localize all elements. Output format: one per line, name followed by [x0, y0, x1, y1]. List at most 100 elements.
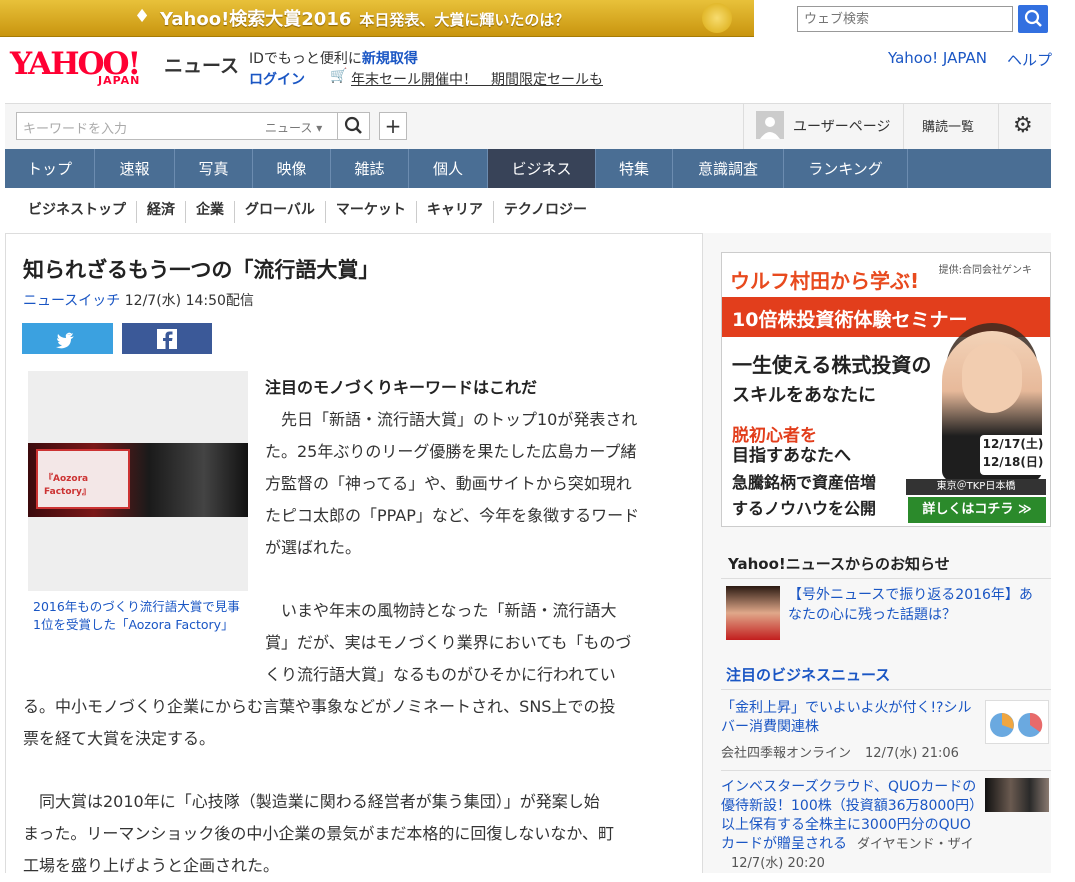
paragraph-1: 先日「新語・流行語大賞」のトップ10が発表され た。25年ぶりのリーグ優勝を果た… — [265, 404, 685, 564]
nav-survey[interactable]: 意識調査 — [673, 149, 784, 188]
keyword-search-input[interactable]: キーワードを入力 ニュース ▾ — [16, 112, 338, 140]
p1-line: 先日「新語・流行語大賞」のトップ10が発表され — [281, 410, 638, 429]
biz-news-thumbnail[interactable] — [985, 778, 1049, 812]
ad-date: 12/18(日) — [982, 455, 1044, 469]
ad-date: 12/17(土) — [982, 437, 1044, 451]
subscriptions-link[interactable]: 購読一覧 — [903, 103, 999, 149]
notice-thumbnail[interactable] — [726, 586, 780, 640]
article-meta: ニュースイッチ 12/7(水) 14:50配信 — [23, 290, 254, 310]
gear-icon[interactable]: ⚙ — [1013, 113, 1033, 138]
ad-cta-button[interactable]: 詳しくはコチラ ≫ — [908, 497, 1046, 523]
nav-ranking[interactable]: ランキング — [784, 149, 908, 188]
yahoo-logo[interactable]: YAHOO! JAPAN — [10, 48, 160, 88]
award-screen-text: 『Aozora Factory』 — [44, 474, 91, 497]
p1-line: が選ばれた。 — [265, 538, 362, 557]
biz-news-date: 12/7(水) 21:06 — [865, 746, 959, 761]
twitter-icon — [56, 332, 74, 349]
subnav-company[interactable]: 企業 — [186, 201, 235, 223]
p3-line: 同大賞は2010年に「心技隊（製造業に関わる経営者が集う集団）」が発案し始 — [39, 792, 600, 811]
logo-sub: JAPAN — [98, 74, 141, 87]
p1-line: た。25年ぶりのリーグ優勝を果たした広島カープ緒 — [265, 442, 637, 461]
person-icon — [756, 111, 784, 139]
id-promo-text: IDでもっと便利に — [249, 51, 362, 67]
facebook-share-button[interactable] — [122, 323, 212, 354]
p2-line: くり流行語大賞」なるものがひそかに行われてい — [265, 665, 616, 684]
nav-breaking[interactable]: 速報 — [95, 149, 175, 188]
p3-line: 工場を盛り上げようと企画された。 — [23, 856, 280, 875]
twitter-share-button[interactable] — [22, 323, 113, 354]
nav-top[interactable]: トップ — [5, 149, 95, 188]
add-button[interactable]: + — [379, 112, 407, 140]
p2-line: いまや年末の風物詩となった「新語・流行語大 — [281, 601, 617, 620]
biz-news-heading[interactable]: 注目のビジネスニュース — [726, 664, 890, 685]
p2-line: 賞」だが、実はモノづくり業界においても「ものづ — [265, 633, 632, 652]
cart-icon: 🛒 — [330, 68, 348, 84]
paragraph-2-cont: る。中小モノづくり企業にからむ言葉や事象などがノミネートされ、SNS上での投 票… — [23, 691, 693, 755]
biz-news-meta: 会社四季報オンライン 12/7(水) 21:06 — [721, 742, 959, 761]
ad-brand: ウルフ村田から学ぶ! — [730, 269, 920, 293]
photo-caption[interactable]: 2016年ものづくり流行語大賞で見事1位を受賞した「Aozora Factory… — [33, 598, 245, 634]
service-name[interactable]: ニュース — [164, 51, 239, 78]
article-photo[interactable]: 『Aozora Factory』 — [28, 443, 248, 517]
biz-news-link[interactable]: インベスターズクラウド、QUOカードの優待新設！100株（投資額36万8000円… — [721, 778, 981, 873]
web-search-button[interactable] — [1018, 5, 1048, 33]
subnav-technology[interactable]: テクノロジー — [494, 201, 597, 223]
keyword-search-button[interactable] — [337, 112, 370, 140]
source-link[interactable]: ニュースイッチ — [23, 293, 120, 309]
category-select[interactable]: ニュース ▾ — [265, 119, 322, 136]
keyword-placeholder: キーワードを入力 — [23, 122, 128, 137]
p1-line: 方監督の「神ってる」や、動画サイトから突如現れ — [265, 474, 632, 493]
user-page-link[interactable]: ユーザーページ — [793, 116, 890, 136]
biz-news-thumbnail[interactable] — [985, 700, 1049, 744]
user-avatar-icon[interactable] — [756, 111, 784, 139]
subnav-economy[interactable]: 経済 — [137, 201, 186, 223]
id-promo: IDでもっと便利に新規取得 — [249, 48, 418, 68]
subnav-career[interactable]: キャリア — [417, 201, 494, 223]
publish-date: 12/7(水) 14:50配信 — [124, 293, 254, 309]
biz-news-source: ダイヤモンド・ザイ — [857, 837, 974, 852]
notice-heading: Yahoo!ニュースからのお知らせ — [728, 555, 950, 573]
web-search-input[interactable] — [797, 6, 1013, 32]
register-link[interactable]: 新規取得 — [362, 51, 418, 67]
ad-line: 一生使える株式投資の — [732, 353, 932, 377]
diamond-icon: ♦ — [134, 6, 151, 27]
facebook-icon — [157, 329, 177, 349]
nav-feature[interactable]: 特集 — [596, 149, 673, 188]
help-link[interactable]: ヘルプ — [1007, 49, 1052, 70]
banner-decor-icon — [702, 3, 732, 33]
nav-magazine[interactable]: 雑誌 — [331, 149, 409, 188]
banner-title: Yahoo!検索大賞2016 — [160, 9, 352, 30]
subnav-market[interactable]: マーケット — [326, 201, 417, 223]
subnav-business-top[interactable]: ビジネストップ — [18, 201, 137, 223]
pie-charts-image — [990, 712, 1043, 737]
p3-line: まった。リーマンショック後の中小企業の景気がまだ本格的に回復しないなか、町 — [23, 824, 615, 843]
biz-news-link[interactable]: 「金利上昇」でいよいよ火が付く!?シルバー消費関連株 — [721, 699, 979, 737]
divider — [721, 770, 1051, 771]
nav-individual[interactable]: 個人 — [409, 149, 488, 188]
ad-line: するノウハウを公開 — [732, 499, 877, 518]
subscriptions-label: 購読一覧 — [922, 120, 975, 135]
search-icon — [344, 116, 362, 134]
p1-line: たピコ太郎の「PPAP」など、今年を象徴するワード — [265, 506, 640, 525]
biz-news-source: 会社四季報オンライン — [721, 746, 852, 761]
sale-link[interactable]: 年末セール開催中！ 期間限定セールも — [351, 69, 603, 89]
nav-video[interactable]: 映像 — [253, 149, 331, 188]
ad-headline: 10倍株投資術体験セミナー — [732, 309, 968, 331]
top-promo-banner[interactable]: ♦ Yahoo!検索大賞2016 本日発表、大賞に輝いたのは？ — [0, 0, 754, 37]
notice-link[interactable]: 【号外ニュースで振り返る2016年】あなたの心に残った話題は？ — [788, 585, 1046, 625]
divider — [721, 689, 1051, 690]
nav-photo[interactable]: 写真 — [175, 149, 253, 188]
login-link[interactable]: ログイン — [249, 69, 305, 89]
ad-line: スキルをあなたに — [732, 385, 876, 406]
ad-place: 東京＠TKP日本橋 — [906, 479, 1046, 495]
nav-business[interactable]: ビジネス — [488, 149, 596, 188]
paragraph-2: いまや年末の風物詩となった「新語・流行語大 賞」だが、実はモノづくり業界において… — [265, 595, 685, 691]
ad-provider: 提供:合同会社ゲンキ — [938, 265, 1032, 276]
yahoo-japan-link[interactable]: Yahoo! JAPAN — [888, 49, 987, 67]
ad-dates: 12/17(土) 12/18(日) — [980, 435, 1046, 475]
seminar-ad[interactable]: 提供:合同会社ゲンキ ウルフ村田から学ぶ! 10倍株投資術体験セミナー 一生使え… — [721, 252, 1051, 527]
ad-line: 目指すあなたへ — [732, 446, 851, 466]
article-subhead: 注目のモノづくりキーワードはこれだ — [265, 378, 538, 397]
p2b-line: 票を経て大賞を決定する。 — [23, 729, 216, 748]
subnav-global[interactable]: グローバル — [235, 201, 326, 223]
